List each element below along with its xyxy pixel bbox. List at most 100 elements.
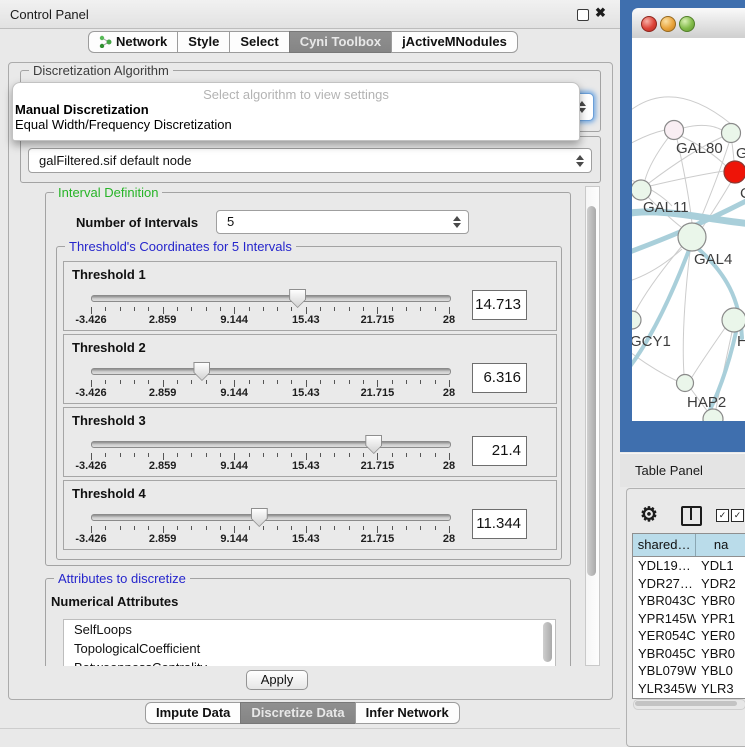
slider-track[interactable]	[91, 368, 451, 375]
table-cell[interactable]: YDR27…	[633, 575, 696, 593]
network-node-c[interactable]	[724, 161, 745, 183]
network-canvas[interactable]: GAL80GACGAL11GAL4GCY1HHAP2	[632, 38, 745, 421]
slider-track[interactable]	[91, 514, 451, 521]
tab-label: jActiveMNodules	[402, 34, 507, 49]
table-cell[interactable]: YER0	[696, 627, 745, 645]
table-panel-header: Table Panel	[620, 453, 745, 487]
network-node-ga[interactable]	[722, 124, 741, 143]
threshold-value-field[interactable]: 6.316	[472, 363, 527, 393]
slider-thumb[interactable]	[365, 435, 382, 454]
table-cell[interactable]: YBR0	[696, 645, 745, 663]
table-data-combobox[interactable]: galFiltered.sif default node	[28, 148, 592, 173]
table-cell[interactable]: YBR0	[696, 592, 745, 610]
table-cell[interactable]: YDL19…	[633, 557, 696, 575]
checkbox-icon[interactable]: ✓	[716, 509, 729, 522]
table-cell[interactable]: YBR045C	[633, 645, 696, 663]
network-window-titlebar[interactable]	[632, 8, 745, 39]
slider-track[interactable]	[91, 441, 451, 448]
table-cell[interactable]: YER054C	[633, 627, 696, 645]
network-node-h[interactable]	[722, 308, 745, 332]
table-cell[interactable]: YDL1	[696, 557, 745, 575]
table-row[interactable]: YBL079WYBL0	[633, 662, 745, 680]
table-hscrollbar[interactable]	[633, 699, 745, 710]
table-cell[interactable]: YBL079W	[633, 662, 696, 680]
node-attribute-table[interactable]: shared…na YDL19…YDL1YDR27…YDR2YBR043CYBR…	[632, 533, 745, 699]
tab-label: Infer Network	[366, 705, 449, 720]
num-intervals-value: 5	[227, 214, 234, 229]
table-cell[interactable]: YBR043C	[633, 592, 696, 610]
table-row[interactable]: YER054CYER0	[633, 627, 745, 645]
settings-scrollbar-thumb[interactable]	[587, 206, 596, 576]
tab-jactivemnodules[interactable]: jActiveMNodules	[391, 31, 518, 53]
interval-definition-title: Interval Definition	[54, 185, 162, 200]
apply-button[interactable]: Apply	[246, 670, 308, 690]
tab-cyni-toolbox[interactable]: Cyni Toolbox	[289, 31, 392, 53]
table-cell[interactable]: YPR1	[696, 610, 745, 628]
attr-list-scrollbar[interactable]	[542, 622, 553, 664]
attribute-item-betweennesscentrality[interactable]: BetweennessCentrality	[64, 658, 555, 666]
network-node-gcy1[interactable]	[632, 311, 641, 329]
node-label-gal11: GAL11	[643, 199, 689, 216]
attributes-group-title: Attributes to discretize	[54, 571, 190, 586]
network-node-hap2[interactable]	[677, 375, 694, 392]
checkbox-icon[interactable]: ✓	[731, 509, 744, 522]
settings-scrollbar[interactable]	[585, 186, 600, 666]
network-edge	[632, 130, 665, 146]
table-row[interactable]: YDL19…YDL1	[633, 557, 745, 575]
table-data-selected: galFiltered.sif default node	[39, 153, 191, 168]
zoom-traffic-light-icon[interactable]	[679, 16, 695, 32]
close-traffic-light-icon[interactable]	[641, 16, 657, 32]
num-intervals-combobox[interactable]: 5	[216, 210, 469, 234]
slider-thumb[interactable]	[251, 508, 268, 527]
slider-track[interactable]	[91, 295, 451, 302]
tab-label: Style	[188, 34, 219, 49]
slider-thumb[interactable]	[289, 289, 306, 308]
float-window-icon[interactable]	[577, 9, 589, 21]
algorithm-option-equal-width-frequency-discretization[interactable]: Equal Width/Frequency Discretization	[13, 117, 579, 132]
threshold-value-field[interactable]: 14.713	[472, 290, 527, 320]
column-header[interactable]: na	[696, 534, 745, 556]
table-row[interactable]: YLR345WYLR3	[633, 680, 745, 698]
attribute-item-topologicalcoefficient[interactable]: TopologicalCoefficient	[64, 639, 555, 658]
tab-network[interactable]: Network	[88, 31, 178, 53]
table-row[interactable]: YBR045CYBR0	[633, 645, 745, 663]
numerical-attributes-list[interactable]: SelfLoopsTopologicalCoefficientBetweenne…	[63, 619, 556, 666]
tab-label: Network	[116, 34, 167, 49]
minimize-traffic-light-icon[interactable]	[660, 16, 676, 32]
close-icon[interactable]: ✖	[595, 5, 606, 21]
threshold-value-field[interactable]: 21.4	[472, 436, 527, 466]
table-row[interactable]: YBR043CYBR0	[633, 592, 745, 610]
table-header-row[interactable]: shared…na	[633, 534, 745, 557]
table-body: YDL19…YDL1YDR27…YDR2YBR043CYBR0YPR145WYP…	[633, 557, 745, 699]
algorithm-option-manual-discretization[interactable]: Manual Discretization	[13, 102, 579, 117]
tab-label: Cyni Toolbox	[300, 34, 381, 49]
table-cell[interactable]: YBL0	[696, 662, 745, 680]
network-node-gal80[interactable]	[665, 121, 684, 140]
network-node-gal4[interactable]	[678, 223, 706, 251]
network-icon	[99, 34, 112, 54]
split-view-icon[interactable]	[681, 506, 702, 526]
top-tab-bar: Network Style Select Cyni Toolbox jActiveMNo…	[88, 31, 518, 53]
tab-discretize-data[interactable]: Discretize Data	[240, 702, 355, 724]
network-node-gal11[interactable]	[632, 180, 651, 200]
tab-infer-network[interactable]: Infer Network	[355, 702, 460, 724]
slider-thumb[interactable]	[193, 362, 210, 381]
tab-style[interactable]: Style	[177, 31, 230, 53]
table-cell[interactable]: YDR2	[696, 575, 745, 593]
table-cell[interactable]: YPR145W	[633, 610, 696, 628]
node-label-gcy1: GCY1	[632, 333, 671, 350]
slider-tick-labels: -3.4262.8599.14415.4321.71528	[91, 533, 449, 545]
threshold-value-field[interactable]: 11.344	[472, 509, 527, 539]
table-hscrollbar-thumb[interactable]	[635, 701, 737, 706]
column-header[interactable]: shared…	[633, 534, 696, 556]
tab-select[interactable]: Select	[229, 31, 289, 53]
table-row[interactable]: YPR145WYPR1	[633, 610, 745, 628]
table-cell[interactable]: YLR3	[696, 680, 745, 698]
attribute-item-selfloops[interactable]: SelfLoops	[64, 620, 555, 639]
node-label-h: H	[737, 333, 745, 350]
table-cell[interactable]: YLR345W	[633, 680, 696, 698]
network-edge	[683, 125, 722, 130]
gear-icon[interactable]: ⚙	[640, 502, 658, 527]
table-row[interactable]: YDR27…YDR2	[633, 575, 745, 593]
tab-impute-data[interactable]: Impute Data	[145, 702, 241, 724]
